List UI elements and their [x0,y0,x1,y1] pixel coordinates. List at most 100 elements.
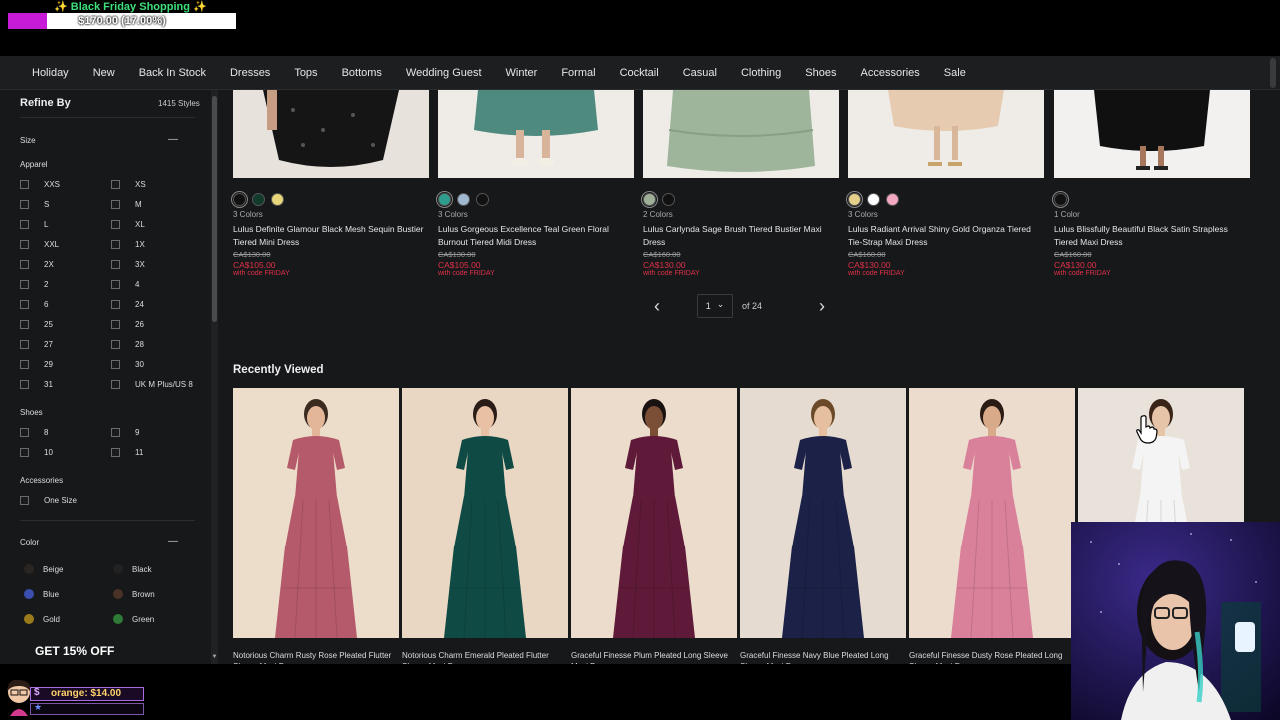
nav-item-holiday[interactable]: Holiday [20,67,81,79]
shoe-size-checkbox[interactable]: 11 [111,448,143,457]
nav-item-dresses[interactable]: Dresses [218,67,282,79]
size-checkbox[interactable]: 25 [20,320,53,329]
nav-item-bottoms[interactable]: Bottoms [330,67,394,79]
nav-item-tops[interactable]: Tops [282,67,329,79]
product-image[interactable] [571,388,737,639]
recently-viewed-item[interactable]: Graceful Finesse Dusty Rose Pleated Long… [909,388,1075,664]
nav-item-sale[interactable]: Sale [932,67,978,79]
product-name[interactable]: Notorious Charm Emerald Pleated Flutter … [402,650,568,664]
product-image[interactable] [643,90,839,178]
size-checkbox[interactable]: 3X [111,260,145,269]
product-name[interactable]: Lulus Definite Glamour Black Mesh Sequin… [233,223,429,249]
color-filter-blue[interactable]: Blue [24,589,59,599]
product-name[interactable]: Graceful Finesse Navy Blue Pleated Long … [740,650,906,664]
size-checkbox[interactable]: 31 [20,380,53,389]
promo-banner[interactable]: GET 15% OFF [0,638,210,664]
size-checkbox[interactable]: XL [111,220,145,229]
size-checkbox[interactable]: 26 [111,320,144,329]
shoe-size-checkbox[interactable]: 10 [20,448,53,457]
size-checkbox[interactable]: 2 [20,280,48,289]
scroll-down-icon[interactable]: ▼ [211,654,218,660]
nav-item-wedding-guest[interactable]: Wedding Guest [394,67,494,79]
color-swatch[interactable] [457,192,470,206]
next-page-button[interactable]: › [810,296,834,317]
size-checkbox[interactable]: 29 [20,360,53,369]
nav-item-shoes[interactable]: Shoes [793,67,848,79]
color-filter-gold[interactable]: Gold [24,614,60,624]
size-checkbox[interactable]: XS [111,180,146,189]
recently-viewed-item[interactable]: Graceful Finesse Plum Pleated Long Sleev… [571,388,737,664]
nav-item-clothing[interactable]: Clothing [729,67,793,79]
size-checkbox[interactable]: 2X [20,260,54,269]
product-image[interactable] [1054,90,1250,178]
prev-page-button[interactable]: ‹ [645,296,669,317]
product-name[interactable]: Graceful Finesse Dusty Rose Pleated Long… [909,650,1075,664]
shoe-size-checkbox[interactable]: 8 [20,428,48,437]
size-checkbox[interactable]: 1X [111,240,145,249]
nav-item-casual[interactable]: Casual [671,67,729,79]
color-filter-black[interactable]: Black [113,564,152,574]
size-checkbox[interactable]: XXL [20,240,59,249]
recently-viewed-item[interactable]: Notorious Charm Emerald Pleated Flutter … [402,388,568,664]
product-name[interactable]: Lulus Gorgeous Excellence Teal Green Flo… [438,223,634,249]
nav-item-winter[interactable]: Winter [494,67,550,79]
nav-item-back-in-stock[interactable]: Back In Stock [127,67,218,79]
nav-scrollbar[interactable] [1270,58,1276,88]
product-card[interactable]: 3 Colors Lulus Radiant Arrival Shiny Gold… [848,90,1044,277]
product-image[interactable] [233,388,399,639]
nav-item-accessories[interactable]: Accessories [849,67,932,79]
product-image[interactable] [740,388,906,639]
page-select[interactable]: 1 ⌄ [697,294,733,318]
color-swatch[interactable] [662,192,675,206]
color-swatch[interactable] [233,192,246,206]
color-swatch[interactable] [643,192,656,206]
shoe-size-checkbox[interactable]: 9 [111,428,139,437]
size-checkbox[interactable]: S [20,200,49,209]
color-swatch[interactable] [848,192,861,206]
product-image[interactable] [848,90,1044,178]
product-card[interactable]: 2 Colors Lulus Carlynda Sage Brush Tiered… [643,90,839,277]
size-checkbox[interactable]: UK M Plus/US 8 [111,380,193,389]
accessory-size-checkbox[interactable]: One Size [20,496,77,505]
product-name[interactable]: Graceful Finesse Plum Pleated Long Sleev… [571,650,737,664]
product-card[interactable]: 1 Color Lulus Blissfully Beautiful Black … [1054,90,1250,277]
nav-item-cocktail[interactable]: Cocktail [608,67,671,79]
product-image[interactable] [909,388,1075,639]
size-checkbox[interactable]: 30 [111,360,144,369]
size-checkbox[interactable]: XXS [20,180,60,189]
size-checkbox[interactable]: 4 [111,280,139,289]
product-name[interactable]: Notorious Charm Rusty Rose Pleated Flutt… [233,650,399,664]
product-image[interactable] [233,90,429,178]
nav-item-formal[interactable]: Formal [549,67,607,79]
product-name[interactable]: Lulus Radiant Arrival Shiny Gold Organza… [848,223,1044,249]
size-checkbox[interactable]: M [111,200,142,209]
color-swatch[interactable] [867,192,880,206]
color-swatch[interactable] [476,192,489,206]
nav-item-new[interactable]: New [81,67,127,79]
color-swatch[interactable] [438,192,451,206]
size-checkbox[interactable]: 24 [111,300,144,309]
color-dot-icon [24,589,34,599]
color-swatch[interactable] [252,192,265,206]
color-collapse-button[interactable]: — [168,536,178,547]
sidebar-scroll-thumb[interactable] [212,96,217,322]
color-swatch[interactable] [271,192,284,206]
size-checkbox[interactable]: 28 [111,340,144,349]
color-swatch[interactable] [1054,192,1067,206]
size-checkbox[interactable]: L [20,220,48,229]
size-collapse-button[interactable]: — [168,134,178,145]
recently-viewed-item[interactable]: Graceful Finesse Navy Blue Pleated Long … [740,388,906,664]
color-filter-beige[interactable]: Beige [24,564,63,574]
product-name[interactable]: Lulus Blissfully Beautiful Black Satin S… [1054,223,1250,249]
color-filter-green[interactable]: Green [113,614,154,624]
product-image[interactable] [438,90,634,178]
product-name[interactable]: Lulus Carlynda Sage Brush Tiered Bustier… [643,223,839,249]
color-swatch[interactable] [886,192,899,206]
recently-viewed-item[interactable]: Notorious Charm Rusty Rose Pleated Flutt… [233,388,399,664]
color-filter-brown[interactable]: Brown [113,589,155,599]
product-card[interactable]: 3 Colors Lulus Gorgeous Excellence Teal G… [438,90,634,277]
size-checkbox[interactable]: 27 [20,340,53,349]
product-card[interactable]: 3 Colors Lulus Definite Glamour Black Mes… [233,90,429,277]
size-checkbox[interactable]: 6 [20,300,48,309]
product-image[interactable] [402,388,568,639]
